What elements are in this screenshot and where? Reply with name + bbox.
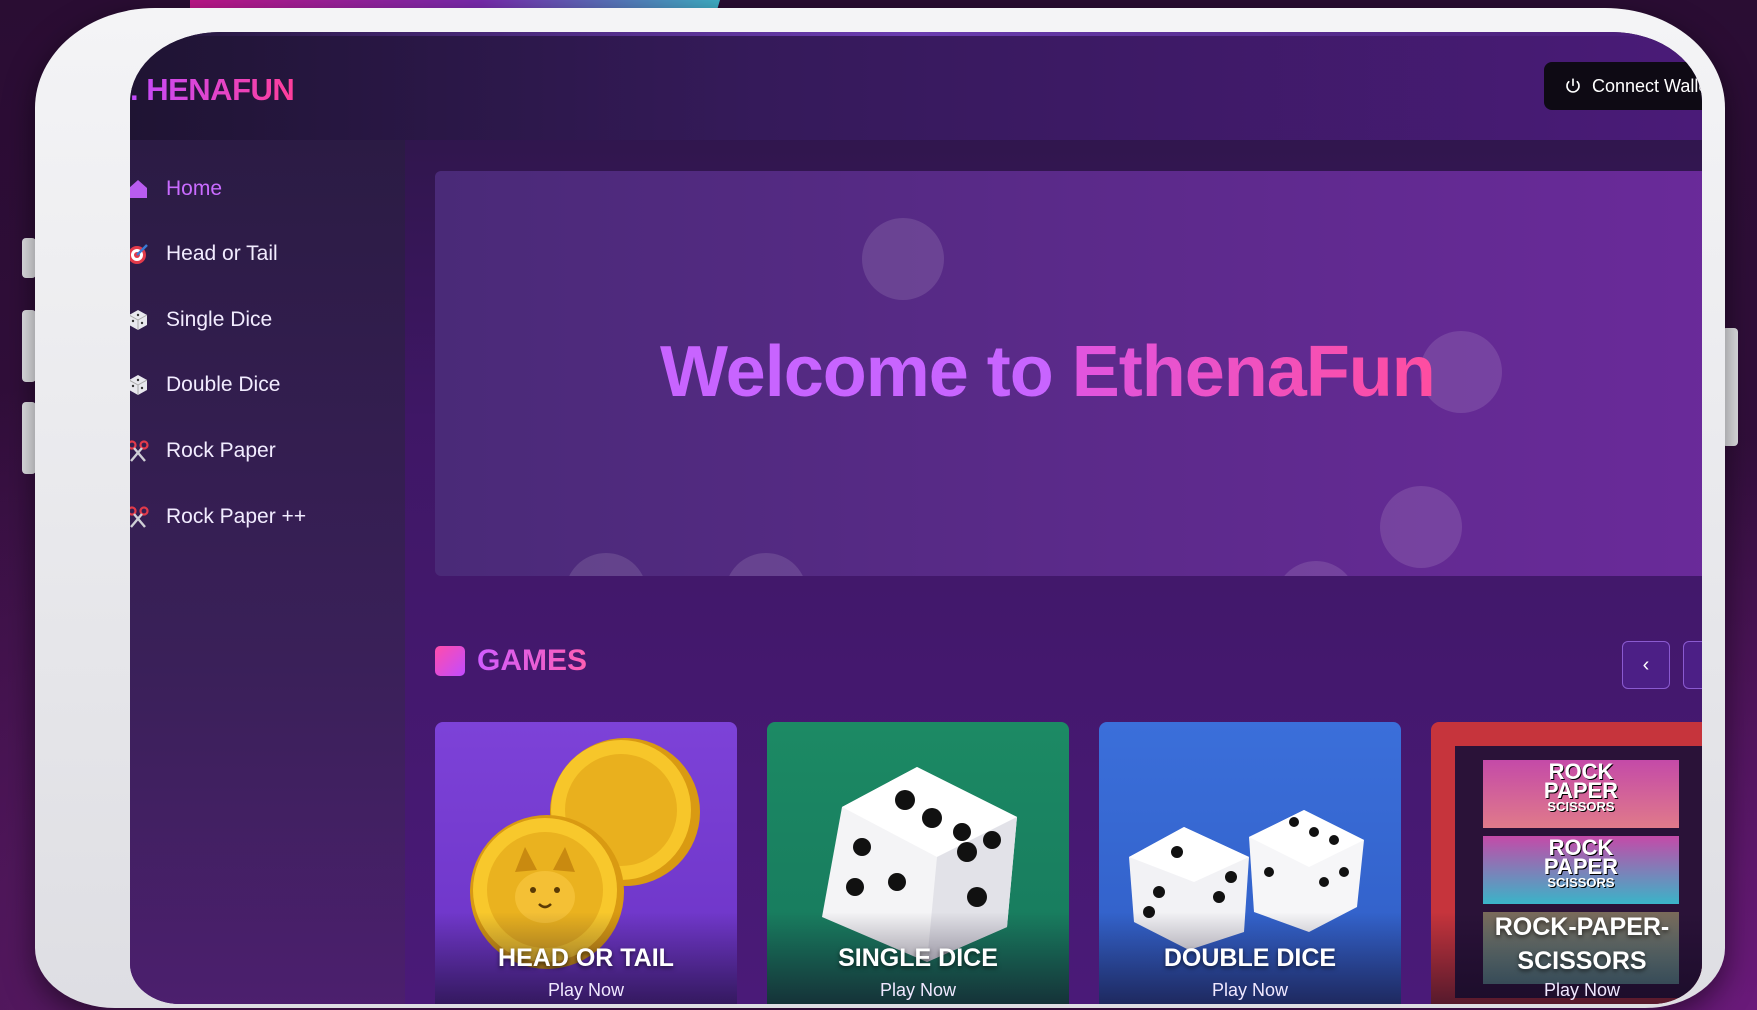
sidebar-item-label: Rock Paper: [166, 439, 276, 462]
welcome-banner: Welcome to EthenaFun: [435, 171, 1702, 576]
card-title: DOUBLE DICE: [1163, 944, 1337, 972]
sidebar-item-head-or-tail[interactable]: Head or Tail: [130, 234, 278, 274]
device-side-button: [22, 310, 36, 382]
power-icon: [1566, 78, 1580, 93]
sidebar-item-label: Single Dice: [166, 308, 273, 331]
game-card-head-or-tail[interactable]: HEAD OR TAIL Play Now: [435, 722, 737, 1004]
target-icon: [130, 242, 150, 266]
game-card-double-dice[interactable]: DOUBLE DICE Play Now: [1099, 722, 1401, 1004]
top-bar-highlight: [130, 32, 1702, 36]
connect-wallet-button[interactable]: Connect Walle: [1544, 62, 1702, 110]
decorative-bubble: [565, 553, 647, 576]
app-screen: . HENAFUN Connect Walle Home Head or Tai…: [130, 32, 1702, 1004]
rps-artwork-tile: ROCK PAPER SCISSORS: [1483, 760, 1679, 828]
device-side-button: [22, 402, 36, 474]
rps-art-text: PAPER: [1543, 854, 1619, 879]
sidebar-item-rock-paper-plus[interactable]: Rock Paper ++: [130, 497, 306, 537]
sidebar-item-rock-paper[interactable]: Rock Paper: [130, 431, 276, 471]
games-marker-icon: [435, 646, 465, 676]
dice-icon: [130, 308, 150, 332]
sidebar-item-double-dice[interactable]: Double Dice: [130, 365, 280, 405]
decorative-bubble: [725, 553, 807, 576]
carousel-next-button[interactable]: [1683, 641, 1702, 689]
game-card-rock-paper-scissors[interactable]: ROCK PAPER SCISSORS ROCK PAPER SCISSORS …: [1431, 722, 1702, 1004]
tablet-frame: . HENAFUN Connect Walle Home Head or Tai…: [35, 8, 1725, 1008]
play-now-link[interactable]: Play Now: [435, 980, 737, 1001]
top-bar: . HENAFUN Connect Walle: [130, 32, 1702, 140]
sidebar: Home Head or Tail Single Dice Double Dic…: [130, 140, 405, 1004]
games-section-header: GAMES: [435, 644, 587, 678]
play-now-link[interactable]: Play Now: [1099, 980, 1401, 1001]
card-title-line: SCISSORS: [1517, 947, 1647, 975]
rps-art-text: PAPER: [1543, 778, 1619, 803]
sidebar-item-label: Head or Tail: [166, 242, 278, 265]
welcome-text: Welcome to: [660, 332, 1054, 412]
rps-artwork-tile: ROCK PAPER SCISSORS: [1483, 836, 1679, 904]
sidebar-item-label: Home: [166, 177, 223, 200]
game-card-single-dice[interactable]: SINGLE DICE Play Now: [767, 722, 1069, 1004]
decorative-bubble: [862, 218, 944, 300]
app-logo[interactable]: . HENAFUN: [130, 72, 295, 108]
sidebar-item-single-dice[interactable]: Single Dice: [130, 300, 272, 340]
scissors-icon: [130, 505, 150, 529]
carousel-prev-button[interactable]: ‹: [1622, 641, 1670, 689]
sidebar-item-label: Rock Paper ++: [166, 505, 307, 528]
decorative-bubble: [1275, 561, 1357, 576]
sidebar-item-label: Double Dice: [166, 373, 281, 396]
sidebar-item-home[interactable]: Home: [130, 169, 222, 209]
rps-art-text: SCISSORS: [1547, 799, 1615, 814]
welcome-heading: Welcome to EthenaFun: [435, 331, 1702, 413]
chevron-left-icon: ‹: [1642, 653, 1650, 676]
card-title-line: ROCK-PAPER-: [1494, 913, 1670, 941]
card-title: ROCK-PAPER- SCISSORS: [1431, 910, 1702, 978]
play-now-link[interactable]: Play Now: [1431, 980, 1702, 1001]
decorative-bubble: [1380, 486, 1462, 568]
connect-wallet-label: Connect Walle: [1592, 75, 1702, 96]
home-icon: [130, 177, 150, 201]
rps-art-text: SCISSORS: [1547, 875, 1615, 890]
brand-text: EthenaFun: [1071, 332, 1436, 412]
dice-icon: [130, 373, 150, 397]
card-title: SINGLE DICE: [838, 944, 998, 972]
device-side-button: [22, 238, 36, 278]
games-title: GAMES: [477, 644, 588, 677]
play-now-link[interactable]: Play Now: [767, 980, 1069, 1001]
card-title: HEAD OR TAIL: [498, 944, 674, 972]
scissors-icon: [130, 439, 150, 463]
